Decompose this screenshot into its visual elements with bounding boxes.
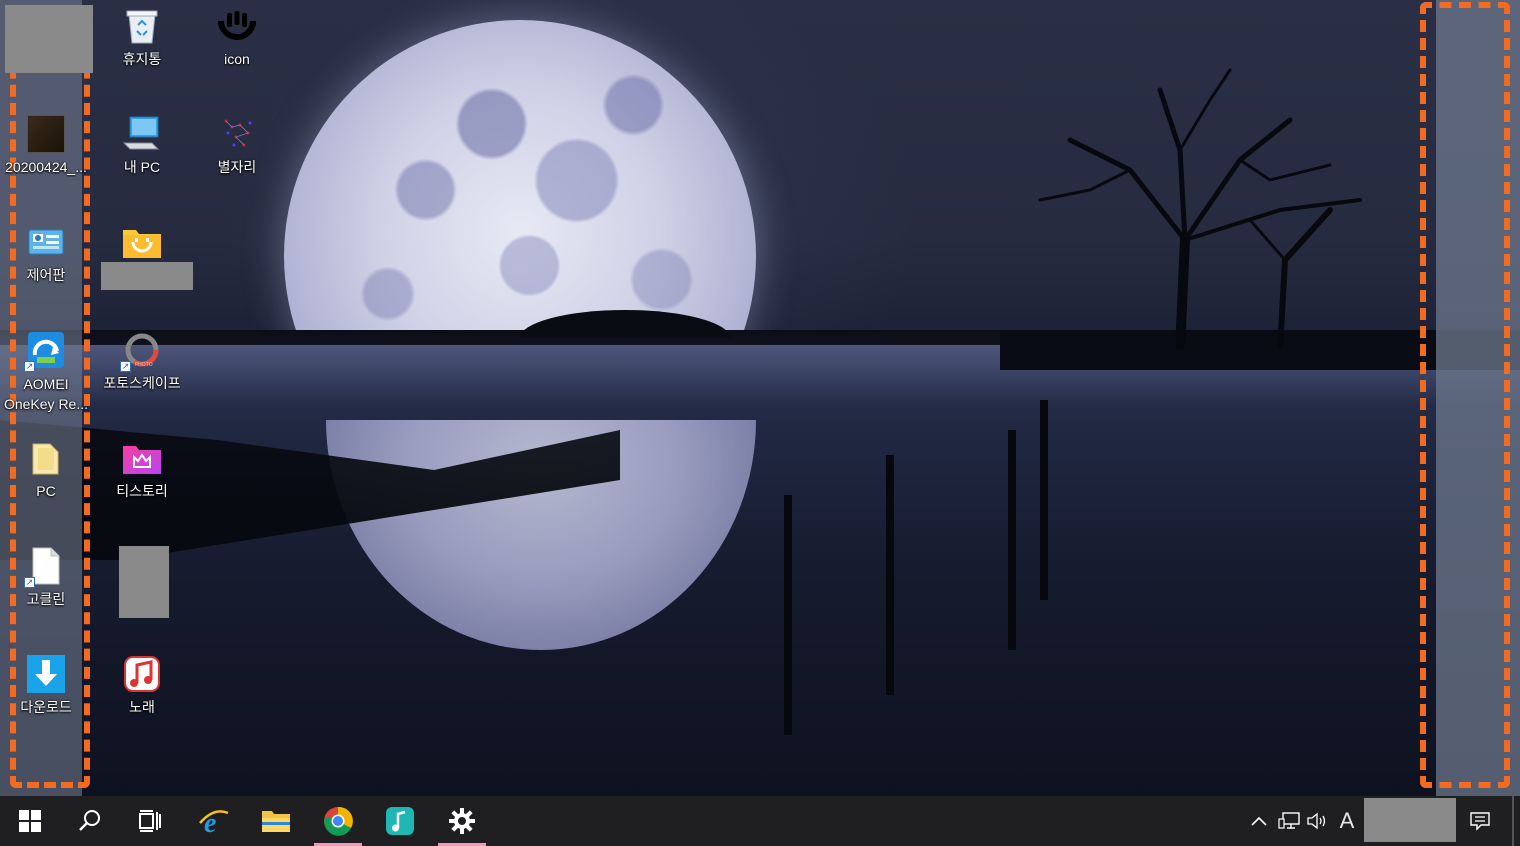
task-view-button[interactable]	[122, 796, 178, 846]
image-file-icon	[26, 114, 66, 154]
icon-label: 제어판	[26, 267, 66, 283]
search-icon	[79, 810, 100, 831]
recycle-bin-icon	[122, 6, 162, 46]
aomei-onekey-icon: ↗	[24, 330, 66, 372]
notification-button[interactable]	[1462, 796, 1498, 846]
desktop-icon-recycle-bin[interactable]: 휴지통	[94, 6, 190, 69]
icon-label: 다운로드	[20, 699, 72, 715]
task-view-icon	[139, 810, 161, 832]
wallpaper-post	[886, 455, 894, 695]
windows-logo-icon	[19, 810, 41, 832]
desktop-icon-photoscape[interactable]: PHOTO ↗ 포토스케이프	[94, 330, 190, 393]
desktop-icon-music[interactable]: 노래	[94, 654, 190, 717]
icon-label: 노래	[129, 699, 155, 715]
desktop-icon-constellation[interactable]: 별자리	[189, 114, 285, 177]
show-hidden-icons-button[interactable]	[1246, 796, 1272, 846]
icon-label: 티스토리	[116, 483, 168, 499]
network-button[interactable]	[1276, 796, 1302, 846]
music-note-icon	[122, 654, 162, 694]
download-icon	[26, 654, 66, 694]
network-icon	[1278, 812, 1300, 829]
constellation-icon	[217, 114, 257, 154]
wallpaper-water	[0, 345, 1520, 796]
start-button[interactable]	[2, 796, 58, 846]
volume-button[interactable]	[1304, 796, 1330, 846]
icon-label: 20200424_...	[5, 159, 87, 175]
redacted-icon[interactable]	[5, 5, 93, 73]
desktop-icon-this-pc[interactable]: 내 PC	[94, 114, 190, 177]
folder-icon	[26, 438, 66, 478]
desktop-icon-smile-folder[interactable]	[94, 222, 190, 262]
desktop-icon-download[interactable]: 다운로드	[0, 654, 94, 717]
desktop-icon-aomei[interactable]: ↗ AOMEI OneKey Re...	[0, 330, 94, 414]
this-pc-icon	[122, 114, 162, 154]
show-desktop-divider[interactable]	[1512, 796, 1514, 846]
icon-label: 별자리	[217, 159, 257, 175]
file-explorer-icon	[262, 811, 290, 832]
music-app-icon	[386, 807, 414, 835]
control-panel-icon	[26, 222, 66, 262]
desktop-icon-control-panel[interactable]: 제어판	[0, 222, 94, 285]
chrome-icon	[324, 806, 353, 836]
internet-explorer-icon: e	[199, 808, 229, 837]
wallpaper-post	[1008, 430, 1016, 650]
desktop-icon-pc-folder[interactable]: PC	[0, 438, 94, 501]
search-button[interactable]	[62, 796, 118, 846]
wallpaper-tree	[1038, 68, 1362, 350]
black-logo-icon	[217, 6, 257, 46]
desktop-icon-image-file[interactable]: 20200424_...	[0, 114, 94, 177]
svg-text:PHOTO: PHOTO	[135, 362, 153, 368]
internet-explorer-button[interactable]: e	[186, 796, 242, 846]
desktop[interactable]: 20200424_... 제어판 ↗ AOMEI OneKey Re... PC…	[0, 0, 1520, 796]
desktop-icon-goclean[interactable]: ↗ 고클린	[0, 546, 94, 609]
icon-label: icon	[224, 51, 250, 67]
document-shortcut-icon: ↗	[24, 546, 66, 588]
volume-icon	[1307, 812, 1326, 830]
desktop-icon-tistory[interactable]: 티스토리	[94, 438, 190, 501]
notification-icon	[1470, 812, 1490, 831]
gear-icon	[449, 808, 475, 834]
chrome-button[interactable]	[310, 796, 366, 846]
icon-label: 내 PC	[123, 159, 161, 175]
wallpaper-post	[1040, 400, 1048, 600]
right-dashed-highlight	[1420, 2, 1510, 788]
icon-label: PC	[36, 483, 56, 499]
icon-label: 포토스케이프	[103, 375, 181, 391]
icon-label: AOMEI OneKey Re...	[3, 376, 89, 412]
music-app-button[interactable]	[372, 796, 428, 846]
redacted-label	[101, 262, 193, 290]
settings-button[interactable]	[434, 796, 490, 846]
smile-folder-icon	[122, 222, 162, 262]
icon-label: 휴지통	[122, 51, 162, 67]
icon-label: 고클린	[26, 591, 66, 607]
ime-indicator[interactable]: A	[1334, 796, 1360, 846]
redacted-clock[interactable]	[1364, 798, 1456, 842]
file-explorer-button[interactable]	[248, 796, 304, 846]
taskbar: e A	[0, 796, 1520, 846]
show-hidden-icons-icon	[1251, 816, 1267, 826]
photoscape-icon: PHOTO ↗	[120, 330, 162, 372]
wallpaper-post	[784, 495, 792, 735]
tistory-folder-icon	[122, 438, 162, 478]
redacted-icon[interactable]	[119, 546, 169, 618]
desktop-icon-icon[interactable]: icon	[189, 6, 285, 69]
